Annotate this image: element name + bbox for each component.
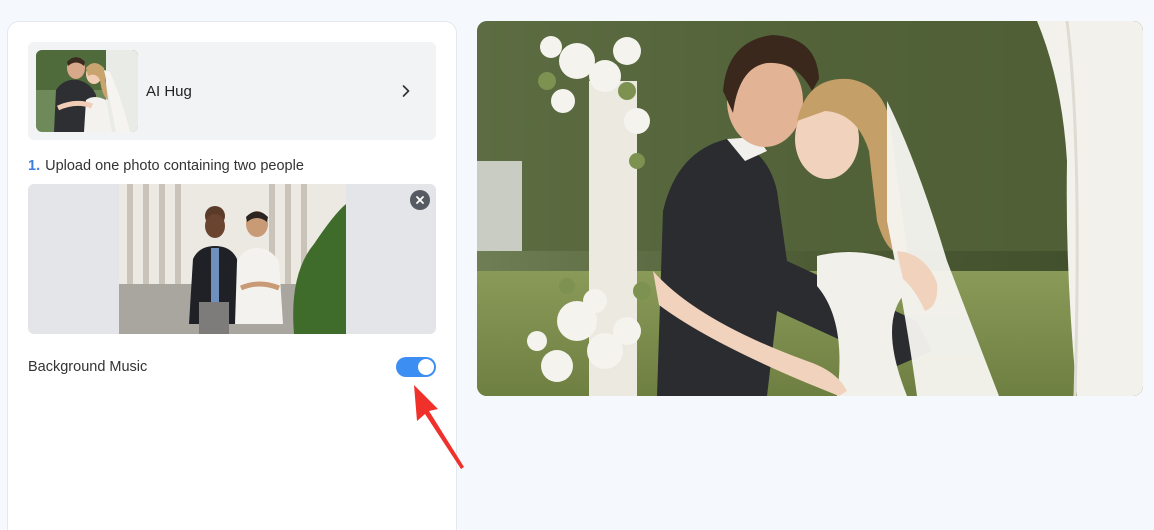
background-music-row: Background Music: [28, 356, 436, 378]
background-music-label: Background Music: [28, 359, 148, 375]
upload-instruction: 1. Upload one photo containing two people: [28, 158, 304, 174]
upload-area[interactable]: [28, 184, 436, 334]
settings-panel: AI Hug 1. Upload one photo containing two…: [7, 21, 457, 530]
close-circle-icon: [416, 196, 424, 204]
uploaded-photo: [119, 184, 346, 334]
toggle-knob: [418, 359, 434, 375]
result-preview-image: [477, 21, 1143, 396]
effect-thumbnail: [36, 50, 138, 132]
step-text: Upload one photo containing two people: [45, 158, 304, 174]
step-number: 1.: [28, 158, 41, 174]
background-music-toggle[interactable]: [396, 357, 436, 377]
page: AI Hug 1. Upload one photo containing two…: [0, 0, 1154, 530]
remove-photo-button[interactable]: [410, 190, 430, 210]
effect-selector[interactable]: AI Hug: [28, 42, 436, 140]
chevron-right-icon: [402, 85, 410, 97]
effect-name: AI Hug: [146, 82, 192, 100]
annotation-arrow-icon: [414, 385, 464, 469]
